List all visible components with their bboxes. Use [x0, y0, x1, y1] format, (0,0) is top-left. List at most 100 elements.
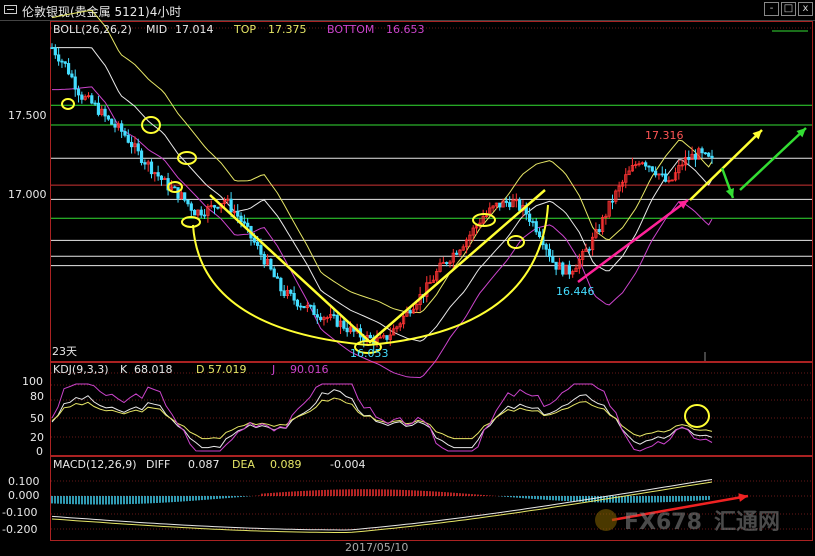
candle-body [700, 148, 704, 154]
watermark-text: FX678 [624, 510, 702, 535]
candle-body [80, 94, 84, 100]
annot-low1: 16.053 [350, 347, 389, 360]
kdj-tick-0: 0 [36, 445, 43, 458]
candle-body [110, 118, 114, 125]
candle-body [597, 229, 601, 233]
candle-body [312, 305, 316, 316]
candle-body [103, 108, 107, 117]
kdj-tick-100: 100 [22, 375, 43, 388]
candle-body [663, 173, 668, 182]
candle-body [504, 200, 508, 203]
candle-body [70, 73, 74, 78]
macd-dea-value: 0.089 [270, 458, 302, 471]
candle-body [498, 202, 502, 208]
green-up-arrow [739, 127, 807, 191]
macd-diff-label: DIFF [146, 458, 170, 471]
boll-bottom-value: 16.653 [386, 23, 425, 36]
candle-body [551, 256, 555, 263]
candle-body [269, 258, 273, 270]
candle-body [544, 244, 548, 250]
kdj-tick-50: 50 [30, 412, 44, 425]
kdj-k-value: 68.018 [134, 363, 173, 376]
macd-hist-value: -0.004 [330, 458, 365, 471]
boll-bottom-label: BOTTOM [327, 23, 374, 36]
kdj-j-line [51, 383, 713, 452]
candle-body [342, 320, 346, 329]
candle-body [527, 213, 532, 222]
candle-body [50, 47, 54, 50]
candle-body [647, 165, 651, 168]
candle-body [246, 222, 250, 227]
macd-tick-m0100: -0.100 [2, 506, 37, 519]
candle-body [295, 299, 300, 307]
candle-body [660, 173, 664, 176]
candle-body [259, 245, 263, 255]
candle-body [345, 327, 349, 333]
candle-body [193, 209, 197, 216]
candle-body [139, 150, 144, 163]
highlight-ellipse [684, 404, 710, 428]
candle-body [60, 60, 64, 63]
boll-mid-line [52, 47, 713, 342]
candle-body [159, 175, 164, 180]
candle-body [445, 262, 449, 265]
candle-body [136, 143, 140, 152]
candle-body [57, 54, 61, 62]
bollinger-bands [51, 9, 713, 379]
candle-body [156, 172, 160, 177]
candle-body [106, 115, 110, 120]
kdj-tick-80: 80 [30, 390, 44, 403]
candle-body [199, 209, 203, 216]
macd-red-arrow-head [738, 493, 748, 502]
boll-bottom-line [52, 86, 713, 379]
candle-body [66, 63, 71, 75]
highlight-ellipse [61, 98, 75, 110]
candle-body [236, 211, 240, 217]
candle-body [216, 206, 220, 209]
highlight-ellipse [507, 235, 525, 249]
candle-body [650, 166, 654, 172]
candle-body [547, 248, 552, 258]
candle-body [534, 221, 538, 233]
candle-body [183, 192, 187, 201]
candle-body [368, 335, 372, 339]
candle-body [408, 310, 412, 314]
chart-canvas: BOLL(26,26,2) MID 17.014 TOP 17.375 BOTT… [2, 9, 813, 554]
period-label: 23天 [52, 345, 77, 358]
candle-body [176, 187, 180, 199]
candle-body [332, 314, 336, 316]
watermark-cn: 汇通网 [714, 510, 780, 535]
candle-body [53, 47, 57, 56]
candle-body [212, 205, 217, 208]
candle-body [455, 252, 459, 255]
candle-body [279, 277, 283, 292]
kdj-k-label: K [120, 363, 128, 376]
macd-tick-0100: 0.100 [8, 475, 40, 488]
candle-body [537, 231, 542, 238]
candle-body [96, 102, 101, 115]
macd-tick-m0200: -0.200 [2, 523, 37, 536]
candle-body [319, 316, 323, 321]
y-tick-17500: 17.500 [8, 109, 47, 122]
candle-body [531, 221, 535, 223]
candle-body [93, 102, 97, 105]
candle-body [173, 186, 177, 189]
candle-body [123, 130, 127, 136]
candle-body [385, 335, 389, 340]
candle-body [186, 199, 190, 205]
candle-body [149, 161, 154, 175]
candle-body [202, 214, 207, 217]
candle-body [335, 315, 339, 327]
candle-body [554, 261, 558, 270]
candle-body [693, 153, 698, 160]
boll-top-label: TOP [233, 23, 256, 36]
candle-body [275, 276, 280, 279]
watermark-logo-icon [595, 509, 617, 531]
candle-body [73, 76, 77, 90]
macd-dea-label: DEA [232, 458, 255, 471]
annot-low2: 16.446 [556, 285, 595, 298]
candle-body [282, 290, 286, 297]
candle-body [508, 202, 512, 208]
candle-body [143, 162, 147, 165]
candle-body [309, 304, 313, 307]
